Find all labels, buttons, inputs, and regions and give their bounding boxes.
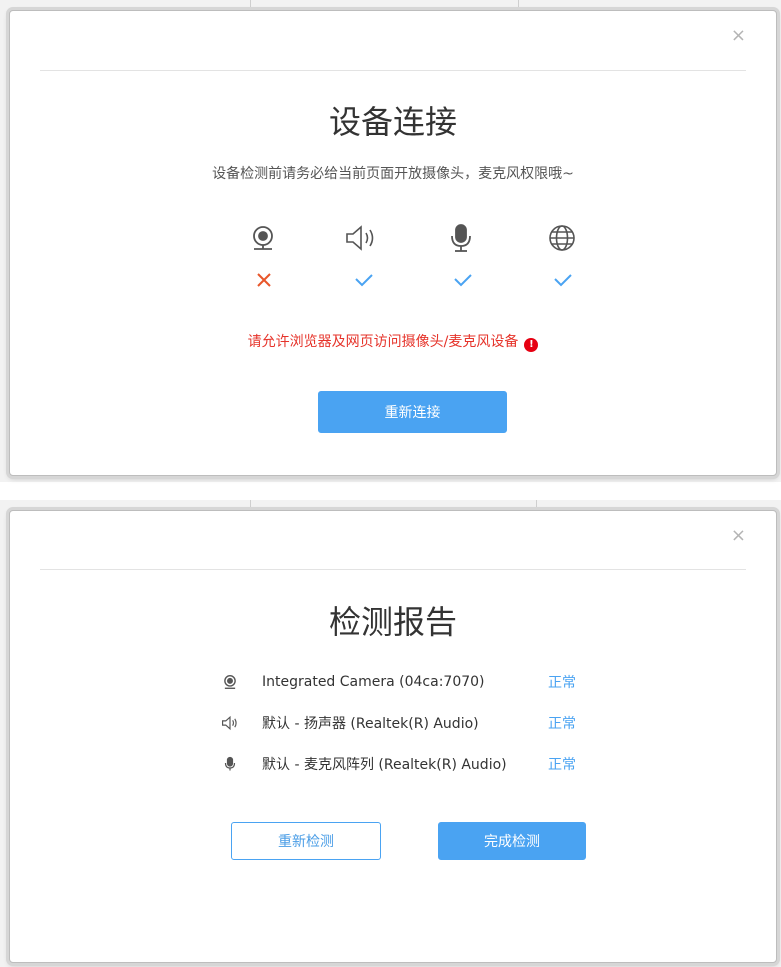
- report-row: 默认 - 扬声器 (Realtek(R) Audio) 正常: [220, 711, 620, 735]
- device-name: 默认 - 扬声器 (Realtek(R) Audio): [262, 716, 479, 732]
- report-row: Integrated Camera (04ca:7070) 正常: [220, 670, 620, 694]
- speaker-icon: [220, 713, 240, 733]
- speaker-icon: [344, 221, 378, 255]
- dialog-subtitle: 设备检测前请务必给当前页面开放摄像头，麦克风权限哦~: [212, 166, 574, 182]
- permission-warning: 请允许浏览器及网页访问摄像头/麦克风设备!: [10, 331, 776, 352]
- detection-report-dialog: × 检测报告 Integrated Camera (04ca:7070) 正常 …: [9, 510, 777, 963]
- camera-fail-cross-icon: [252, 268, 276, 292]
- status-badge: 正常: [548, 757, 576, 773]
- device-name: Integrated Camera (04ca:7070): [262, 674, 485, 690]
- device-connect-dialog: × 设备连接 设备检测前请务必给当前页面开放摄像头，麦克风权限哦~ 请允许浏览器…: [9, 10, 777, 476]
- header-divider: [40, 70, 746, 71]
- device-name: 默认 - 麦克风阵列 (Realtek(R) Audio): [262, 757, 507, 773]
- status-badge: 正常: [548, 675, 576, 691]
- close-icon[interactable]: ×: [731, 525, 746, 546]
- dialog-title: 设备连接: [328, 103, 457, 141]
- recheck-button[interactable]: 重新检测: [231, 822, 381, 860]
- speaker-ok-check-icon: [352, 268, 376, 292]
- camera-icon: [220, 672, 240, 692]
- dialog-title: 检测报告: [328, 603, 457, 641]
- permission-warning-text: 请允许浏览器及网页访问摄像头/麦克风设备: [247, 334, 519, 350]
- microphone-ok-check-icon: [451, 268, 475, 292]
- camera-icon: [246, 221, 280, 255]
- status-badge: 正常: [548, 716, 576, 732]
- finish-check-button[interactable]: 完成检测: [438, 822, 586, 860]
- microphone-icon: [220, 754, 240, 774]
- microphone-icon: [444, 221, 478, 255]
- header-divider: [40, 569, 746, 570]
- reconnect-button[interactable]: 重新连接: [318, 391, 507, 433]
- network-ok-check-icon: [551, 268, 575, 292]
- warning-exclamation-icon: !: [524, 337, 539, 352]
- close-icon[interactable]: ×: [731, 25, 746, 46]
- report-row: 默认 - 麦克风阵列 (Realtek(R) Audio) 正常: [220, 752, 620, 776]
- network-globe-icon: [545, 221, 579, 255]
